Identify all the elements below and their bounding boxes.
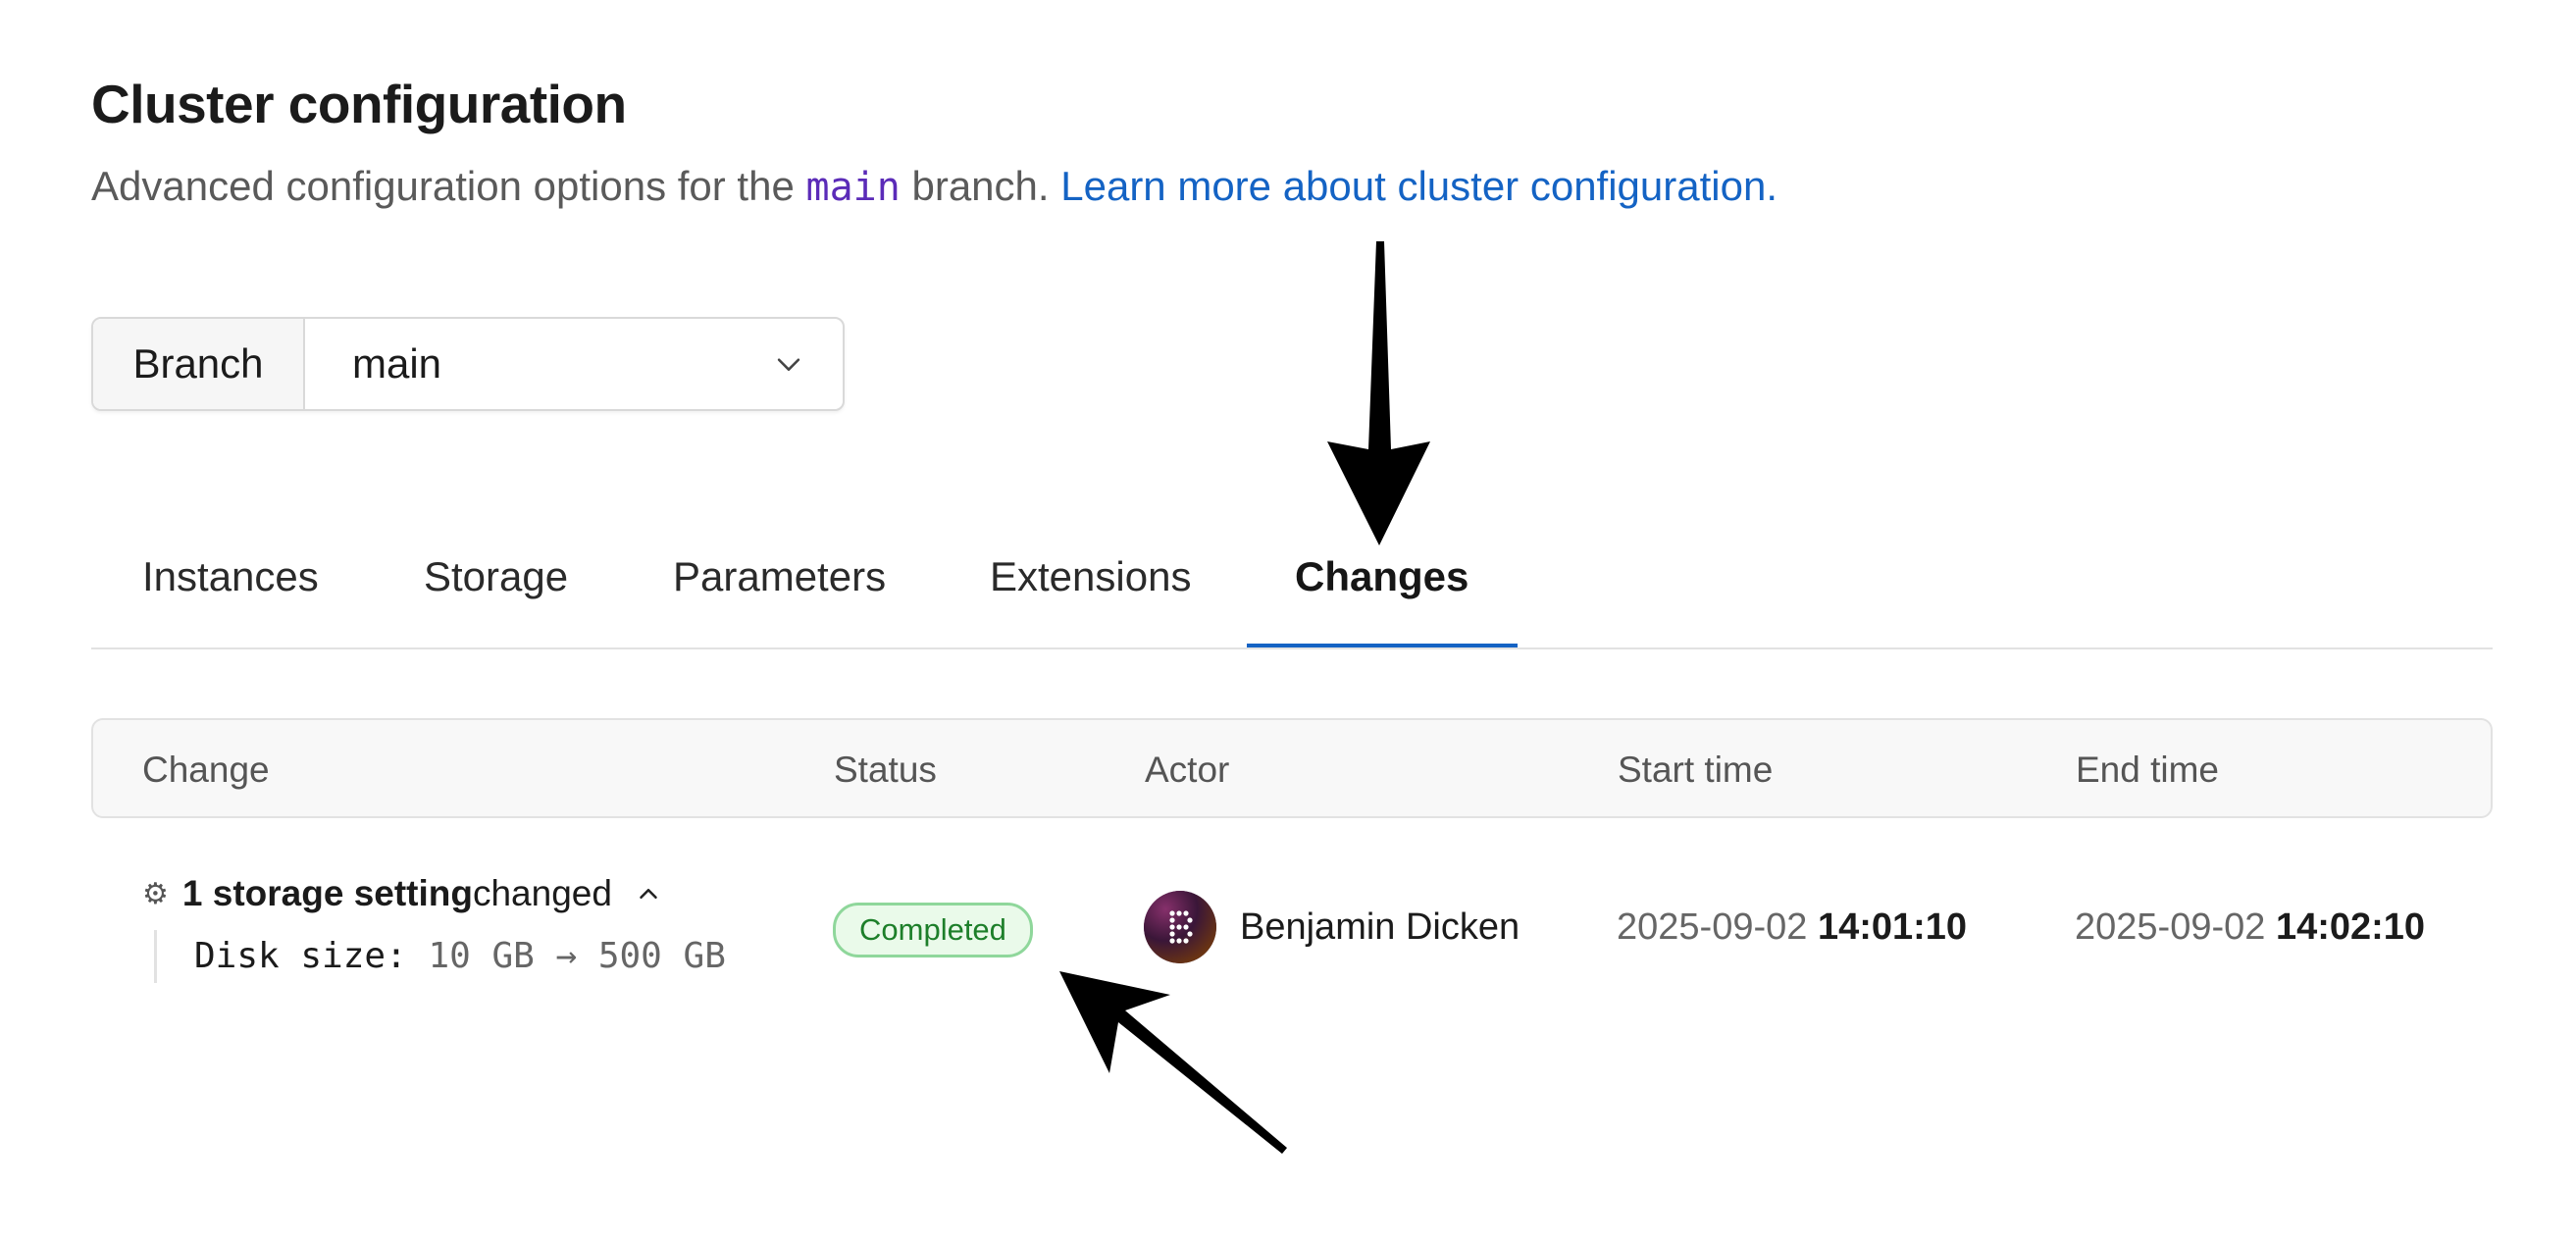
page-title: Cluster configuration xyxy=(91,74,627,134)
learn-more-link[interactable]: Learn more about cluster configuration. xyxy=(1060,163,1777,209)
column-header-actor: Actor xyxy=(1145,750,1230,790)
chevron-down-icon xyxy=(777,358,800,371)
subtitle-branch-code: main xyxy=(805,165,901,210)
branch-label: Branch xyxy=(93,319,305,409)
avatar xyxy=(1144,891,1216,963)
change-detail: Disk size: 10 GB → 500 GB xyxy=(154,930,726,983)
change-summary[interactable]: ⚙ 1 storage setting changed xyxy=(142,873,663,914)
end-date: 2025-09-02 xyxy=(2075,906,2266,948)
tab-bar: Instances Storage Parameters Extensions … xyxy=(91,530,2493,649)
gear-icon: ⚙ xyxy=(142,877,169,910)
branch-value: main xyxy=(352,340,442,387)
tab-instances[interactable]: Instances xyxy=(142,553,319,600)
end-time: 2025-09-02 14:02:10 xyxy=(2075,906,2425,949)
active-tab-indicator xyxy=(1247,644,1518,647)
tab-changes[interactable]: Changes xyxy=(1295,553,1468,600)
table-header: Change Status Actor Start time End time xyxy=(91,718,2493,818)
subtitle-prefix: Advanced configuration options for the xyxy=(91,163,806,209)
table-row: ⚙ 1 storage setting changed Disk size: 1… xyxy=(91,854,2489,1010)
page-subtitle: Advanced configuration options for the m… xyxy=(91,163,1777,210)
change-summary-rest: changed xyxy=(472,873,612,913)
column-header-change: Change xyxy=(142,750,270,790)
tab-extensions[interactable]: Extensions xyxy=(990,553,1191,600)
tab-storage[interactable]: Storage xyxy=(424,553,568,600)
column-header-status: Status xyxy=(834,750,937,790)
start-date: 2025-09-02 xyxy=(1617,906,1808,948)
change-summary-bold: 1 storage setting xyxy=(181,873,473,913)
chevron-up-icon[interactable] xyxy=(634,879,663,908)
branch-selector[interactable]: Branch main xyxy=(91,317,845,411)
status-badge: Completed xyxy=(833,903,1033,957)
start-clock: 14:01:10 xyxy=(1817,906,1968,948)
change-detail-value: 10 GB → 500 GB xyxy=(428,936,726,976)
column-header-end-time: End time xyxy=(2076,750,2220,790)
subtitle-suffix: branch. xyxy=(900,163,1061,209)
tab-parameters[interactable]: Parameters xyxy=(673,553,886,600)
column-header-start-time: Start time xyxy=(1618,750,1774,790)
change-detail-key: Disk size: xyxy=(194,936,407,976)
end-clock: 14:02:10 xyxy=(2275,906,2426,948)
actor: Benjamin Dicken xyxy=(1144,891,1520,963)
start-time: 2025-09-02 14:01:10 xyxy=(1617,906,1967,949)
page: Cluster configuration Advanced configura… xyxy=(91,0,2493,1242)
actor-name: Benjamin Dicken xyxy=(1240,906,1520,948)
branch-dropdown[interactable]: main xyxy=(305,319,843,409)
